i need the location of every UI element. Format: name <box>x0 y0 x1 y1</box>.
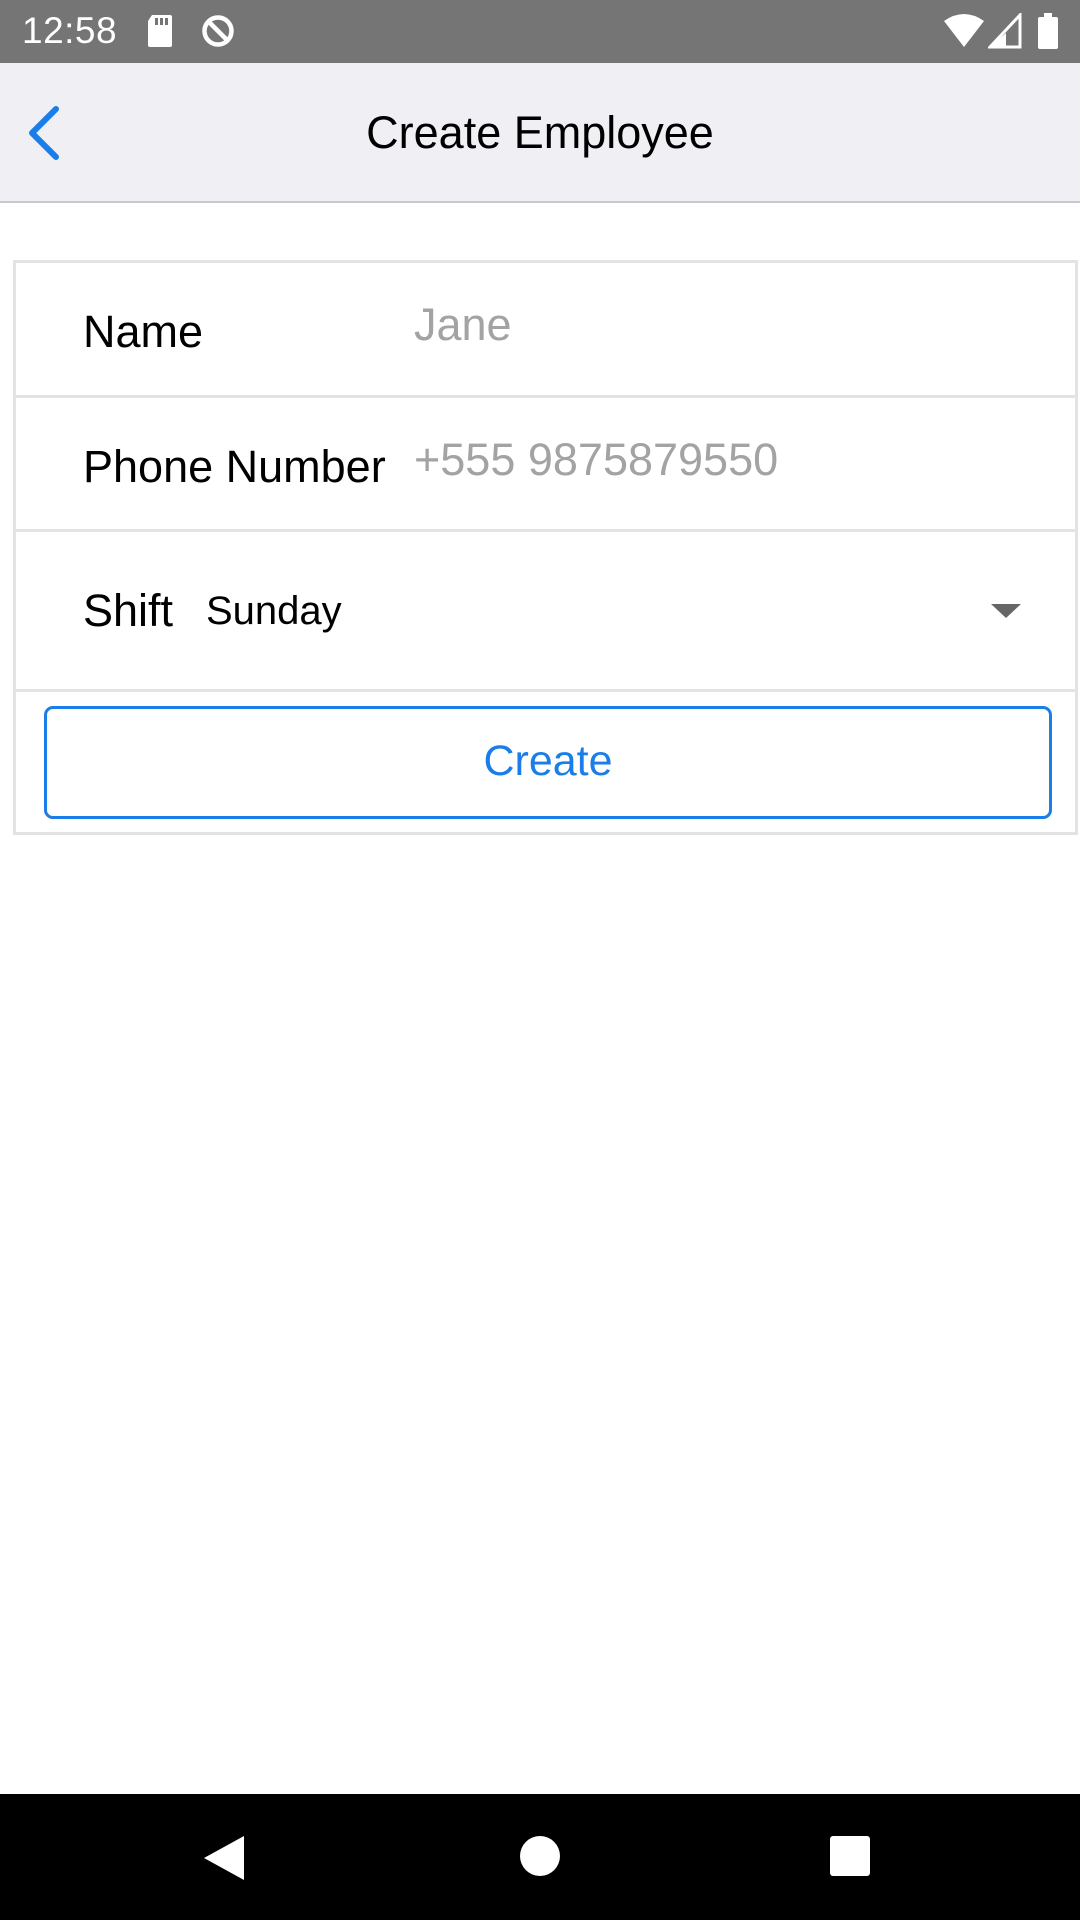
data-saver-icon <box>202 15 234 47</box>
phone-row: Phone Number <box>16 398 1075 532</box>
dropdown-arrow-icon[interactable] <box>991 604 1021 618</box>
screen: 12:58 Create Employee Name Jane Phone Nu… <box>0 0 1080 1920</box>
navigation-bar: Create Employee <box>0 63 1080 203</box>
phone-number-label: Phone Number <box>83 441 386 492</box>
name-label: Name <box>83 306 204 357</box>
shift-label: Shift <box>83 585 174 636</box>
status-bar: 12:58 <box>0 0 1080 63</box>
system-navigation-bar <box>0 1794 1080 1920</box>
shift-picker[interactable]: Sunday <box>206 589 342 634</box>
home-circle-icon[interactable] <box>520 1836 560 1876</box>
cellular-signal-icon <box>988 13 1022 49</box>
phone-number-input[interactable] <box>414 425 1034 495</box>
name-row: Name <box>16 263 1075 398</box>
battery-icon <box>1038 13 1058 49</box>
employee-form: Name Phone Number Shift Sunday Create <box>13 260 1078 835</box>
page-title: Create Employee <box>366 107 714 158</box>
back-triangle-icon[interactable] <box>202 1834 246 1882</box>
wifi-icon <box>944 14 984 47</box>
sd-card-icon <box>148 15 172 47</box>
shift-row[interactable]: Shift Sunday <box>16 532 1075 692</box>
status-time: 12:58 <box>22 10 118 51</box>
name-input[interactable] <box>414 290 1034 360</box>
recents-square-icon[interactable] <box>830 1836 870 1876</box>
create-button[interactable]: Create <box>44 706 1052 819</box>
